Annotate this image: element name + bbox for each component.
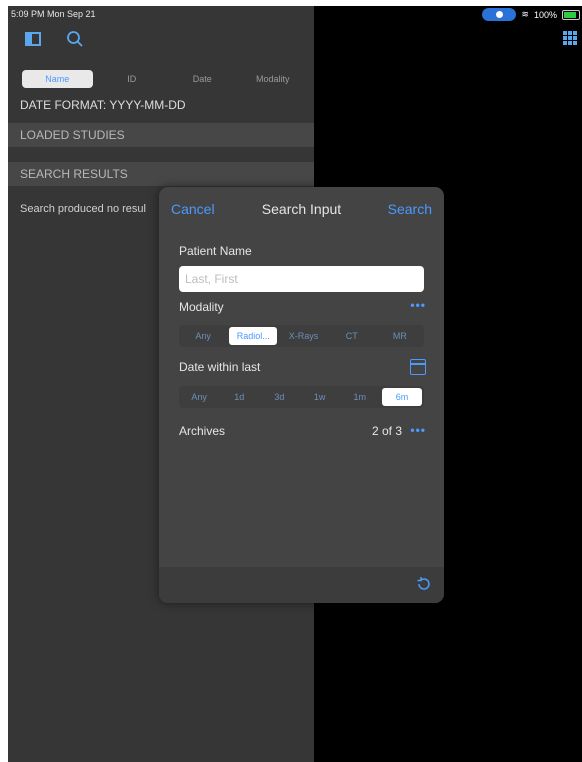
search-input-dialog: Cancel Search Input Search Patient Name … xyxy=(159,187,444,603)
date-range-selector: Any 1d 3d 1w 1m 6m xyxy=(179,386,424,408)
tab-id[interactable]: ID xyxy=(97,68,168,90)
tab-modality[interactable]: Modality xyxy=(238,68,309,90)
archives-count: 2 of 3 xyxy=(371,424,402,438)
date-format-label: DATE FORMAT: YYYY-MM-DD xyxy=(20,98,186,112)
modality-option-any[interactable]: Any xyxy=(179,325,227,347)
calendar-icon[interactable] xyxy=(410,359,426,375)
dialog-header: Cancel Search Input Search xyxy=(159,187,444,231)
no-results-message: Search produced no resul xyxy=(20,203,146,215)
refresh-icon[interactable] xyxy=(416,576,432,592)
search-results-header[interactable]: SEARCH RESULTS xyxy=(8,162,314,186)
status-time: 5:09 PM Mon Sep 21 xyxy=(11,9,96,19)
battery-percent: 100% xyxy=(533,9,557,20)
battery-icon xyxy=(562,9,580,20)
sidebar-toggle-icon[interactable] xyxy=(25,32,41,46)
modality-selector: Any Radiol... X-Rays CT MR xyxy=(179,325,424,347)
date-option-1m[interactable]: 1m xyxy=(340,386,380,408)
archives-more-button[interactable]: ••• xyxy=(410,423,426,437)
status-indicators: ≋ 100% xyxy=(482,8,580,21)
loaded-studies-header[interactable]: LOADED STUDIES xyxy=(8,123,314,147)
patient-name-input[interactable] xyxy=(179,266,424,292)
search-field-selector: Name ID Date Modality xyxy=(18,68,308,90)
modality-option-xrays[interactable]: X-Rays xyxy=(279,325,327,347)
modality-option-mr[interactable]: MR xyxy=(376,325,424,347)
date-option-6m[interactable]: 6m xyxy=(381,388,423,406)
modality-more-button[interactable]: ••• xyxy=(410,298,426,312)
status-bar: 5:09 PM Mon Sep 21 ≋ 100% xyxy=(8,6,582,24)
date-option-any[interactable]: Any xyxy=(179,386,219,408)
ipad-screen: 5:09 PM Mon Sep 21 ≋ 100% Name ID Date M… xyxy=(8,6,582,762)
modality-option-ct[interactable]: CT xyxy=(328,325,376,347)
wifi-icon: ≋ xyxy=(521,9,529,19)
modality-label: Modality xyxy=(179,300,224,314)
date-option-3d[interactable]: 3d xyxy=(259,386,299,408)
apps-grid-icon[interactable] xyxy=(563,31,577,45)
modality-option-radiology[interactable]: Radiol... xyxy=(229,327,278,345)
search-icon[interactable] xyxy=(66,30,84,48)
location-indicator-icon xyxy=(482,8,517,21)
dialog-footer xyxy=(159,567,444,603)
date-within-label: Date within last xyxy=(179,360,261,374)
search-button[interactable]: Search xyxy=(388,201,432,217)
date-option-1d[interactable]: 1d xyxy=(219,386,259,408)
archives-label: Archives xyxy=(179,424,226,438)
tab-name[interactable]: Name xyxy=(22,70,93,88)
tab-date[interactable]: Date xyxy=(167,68,238,90)
patient-name-label: Patient Name xyxy=(179,244,252,258)
date-option-1w[interactable]: 1w xyxy=(300,386,340,408)
